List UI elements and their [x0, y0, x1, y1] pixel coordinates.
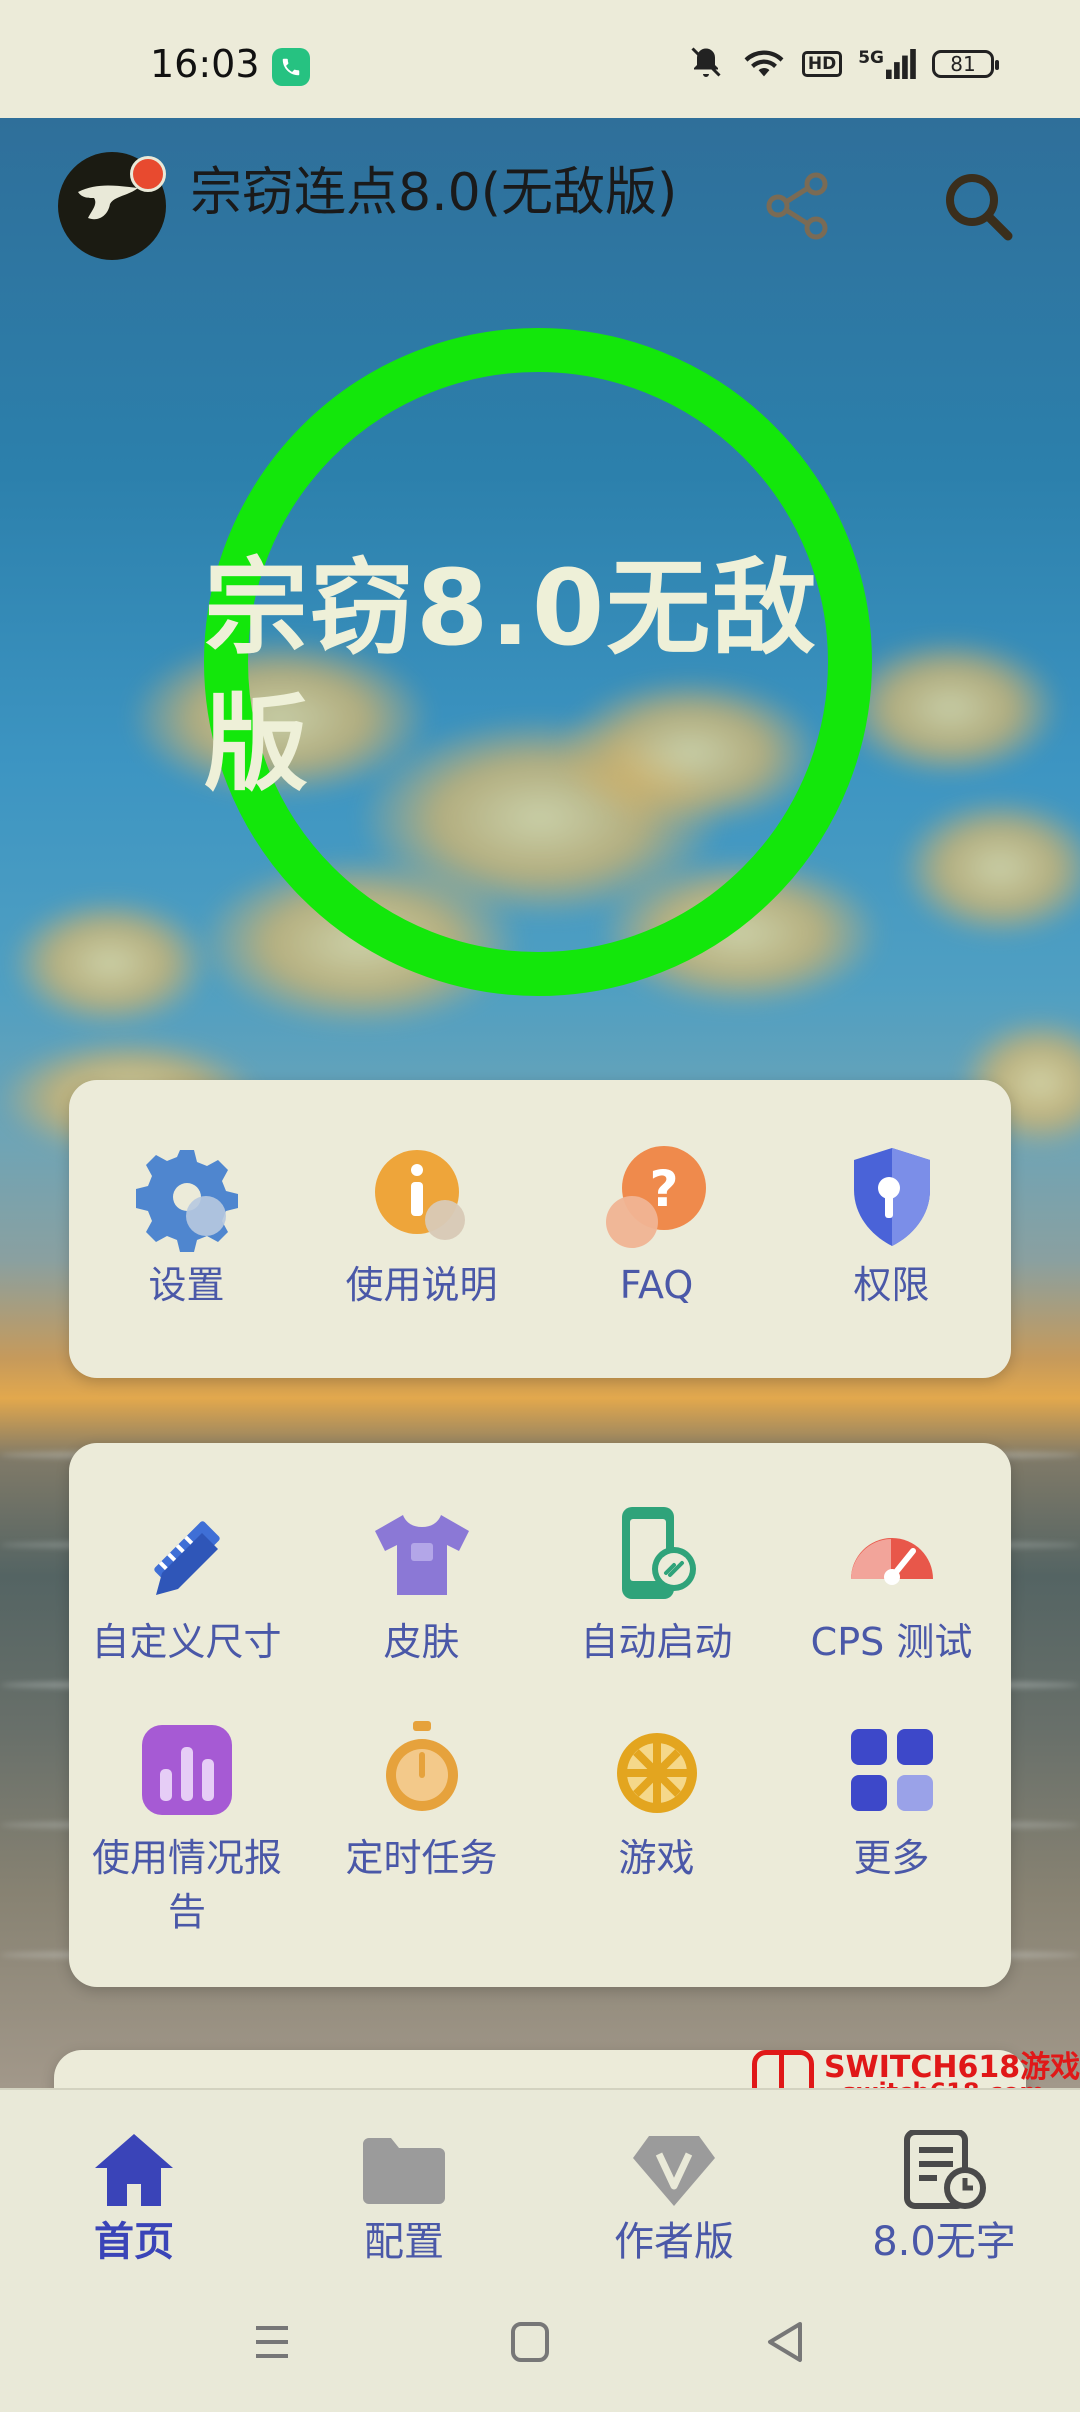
custom-size-tile[interactable]: 自定义尺寸 — [69, 1499, 304, 1669]
game-tile[interactable]: 游戏 — [539, 1715, 774, 1885]
speedometer-icon — [837, 1499, 947, 1609]
tile-label: 使用情况报告 — [91, 1836, 282, 1934]
faq-tile[interactable]: ? FAQ — [539, 1142, 774, 1312]
grid-icon — [837, 1715, 947, 1825]
info-icon — [367, 1142, 477, 1252]
settings-tile[interactable]: 设置 — [69, 1142, 304, 1312]
back-icon[interactable] — [756, 2318, 816, 2366]
menu-icon[interactable] — [242, 2318, 302, 2366]
tile-label: 权限 — [853, 1263, 930, 1307]
system-navigation — [0, 2274, 1080, 2412]
network-label: 5G — [858, 48, 884, 68]
diamond-v-icon — [629, 2130, 719, 2210]
auto-start-tile[interactable]: 自动启动 — [539, 1499, 774, 1669]
nav-plain[interactable]: 8.0无字 — [834, 2129, 1054, 2270]
shield-key-icon — [837, 1142, 947, 1252]
battery-indicator: 81 — [932, 50, 999, 78]
tshirt-icon — [367, 1499, 477, 1609]
tile-label: 自动启动 — [580, 1620, 733, 1664]
tile-label: 游戏 — [618, 1836, 695, 1880]
status-time: 16:03 — [150, 42, 260, 86]
tile-label: 定时任务 — [345, 1836, 498, 1880]
tile-label: 皮肤 — [383, 1620, 460, 1664]
status-bar: 16:03 HD 5G 81 — [0, 0, 1080, 118]
more-tile[interactable]: 更多 — [774, 1715, 1009, 1885]
question-icon: ? — [602, 1142, 712, 1252]
gear-icon — [132, 1142, 242, 1252]
folder-icon — [359, 2130, 449, 2210]
instructions-tile[interactable]: 使用说明 — [304, 1142, 539, 1312]
tools-card: 自定义尺寸 皮肤 自动启动 CPS 测试 使用情况报告 定时任务 游戏 更多 — [69, 1443, 1011, 1987]
nav-config[interactable]: 配置 — [294, 2130, 514, 2270]
hd-badge: HD — [801, 51, 843, 77]
home-button-icon[interactable] — [500, 2318, 560, 2366]
notification-dot — [130, 156, 166, 192]
wifi-icon — [742, 44, 786, 84]
bottom-navigation: 首页 配置 作者版 8.0无字 — [0, 2088, 1080, 2276]
share-icon[interactable] — [762, 170, 834, 242]
bell-muted-icon — [686, 44, 726, 84]
ring-text: 宗窃8.0无敌版 — [204, 547, 819, 805]
nav-label: 首页 — [94, 2219, 174, 2265]
quick-actions-card: 设置 使用说明 ? FAQ 权限 — [69, 1080, 1011, 1378]
phone-link-icon — [602, 1499, 712, 1609]
tile-label: FAQ — [619, 1263, 694, 1307]
cps-test-tile[interactable]: CPS 测试 — [774, 1499, 1009, 1669]
nav-author[interactable]: 作者版 — [564, 2130, 784, 2270]
nav-home[interactable]: 首页 — [24, 2130, 244, 2270]
skin-tile[interactable]: 皮肤 — [304, 1499, 539, 1669]
nav-label: 8.0无字 — [872, 2219, 1016, 2265]
tile-label: 更多 — [853, 1836, 930, 1880]
ruler-pencil-icon — [132, 1499, 242, 1609]
tile-label: 自定义尺寸 — [91, 1620, 282, 1664]
app-title: 宗窃连点8.0(无敌版) — [190, 163, 678, 223]
tile-label: CPS 测试 — [810, 1620, 973, 1664]
permissions-tile[interactable]: 权限 — [774, 1142, 1009, 1312]
search-icon[interactable] — [940, 168, 1016, 244]
scheduled-task-tile[interactable]: 定时任务 — [304, 1715, 539, 1885]
signal-icon: 5G — [858, 48, 916, 80]
home-icon — [89, 2130, 179, 2210]
call-indicator-icon[interactable] — [272, 48, 310, 86]
bar-chart-icon — [132, 1715, 242, 1825]
nav-label: 配置 — [364, 2219, 444, 2265]
tile-label: 设置 — [148, 1263, 225, 1307]
document-clock-icon — [899, 2129, 989, 2210]
usage-report-tile[interactable]: 使用情况报告 — [69, 1715, 304, 1939]
stopwatch-icon — [367, 1715, 477, 1825]
nav-label: 作者版 — [614, 2219, 734, 2265]
status-icons: HD 5G 81 — [686, 44, 999, 84]
tile-label: 使用说明 — [345, 1263, 498, 1307]
wheel-icon — [602, 1715, 712, 1825]
